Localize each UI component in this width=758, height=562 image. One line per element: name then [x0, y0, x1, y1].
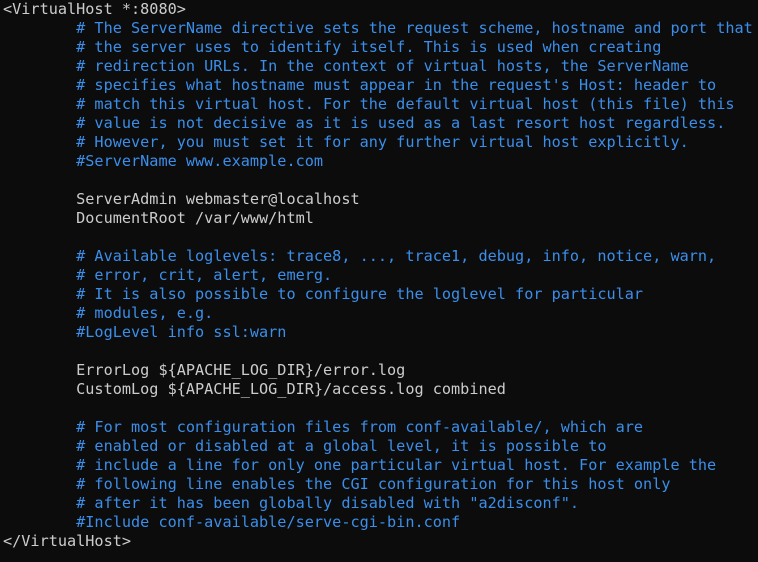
comment-line: # include a line for only one particular…: [3, 456, 717, 474]
comment-line: # However, you must set it for any furth…: [3, 133, 689, 151]
comment-line: # following line enables the CGI configu…: [3, 475, 671, 493]
comment-line: #Include conf-available/serve-cgi-bin.co…: [3, 513, 461, 531]
comment-line: # Available loglevels: trace8, ..., trac…: [3, 247, 717, 265]
terminal-window[interactable]: <VirtualHost *:8080> # The ServerName di…: [0, 0, 758, 562]
comment-line: #LogLevel info ssl:warn: [3, 323, 287, 341]
comment-line: #ServerName www.example.com: [3, 152, 324, 170]
config-line: <VirtualHost *:8080>: [3, 0, 186, 18]
comment-line: # match this virtual host. For the defau…: [3, 95, 735, 113]
config-line: </VirtualHost>: [3, 532, 132, 550]
comment-line: # For most configuration files from conf…: [3, 418, 644, 436]
comment-line: # value is not decisive as it is used as…: [3, 114, 726, 132]
config-line: ErrorLog ${APACHE_LOG_DIR}/error.log: [3, 361, 406, 379]
comment-line: # enabled or disabled at a global level,…: [3, 437, 607, 455]
comment-line: # specifies what hostname must appear in…: [3, 76, 717, 94]
config-line: DocumentRoot /var/www/html: [3, 209, 314, 227]
comment-line: # redirection URLs. In the context of vi…: [3, 57, 689, 75]
config-line: CustomLog ${APACHE_LOG_DIR}/access.log c…: [3, 380, 506, 398]
comment-line: # after it has been globally disabled wi…: [3, 494, 580, 512]
config-line: ServerAdmin webmaster@localhost: [3, 190, 360, 208]
comment-line: # modules, e.g.: [3, 304, 214, 322]
comment-line: # The ServerName directive sets the requ…: [3, 19, 753, 37]
comment-line: # It is also possible to configure the l…: [3, 285, 644, 303]
comment-line: # the server uses to identify itself. Th…: [3, 38, 662, 56]
comment-line: # error, crit, alert, emerg.: [3, 266, 333, 284]
